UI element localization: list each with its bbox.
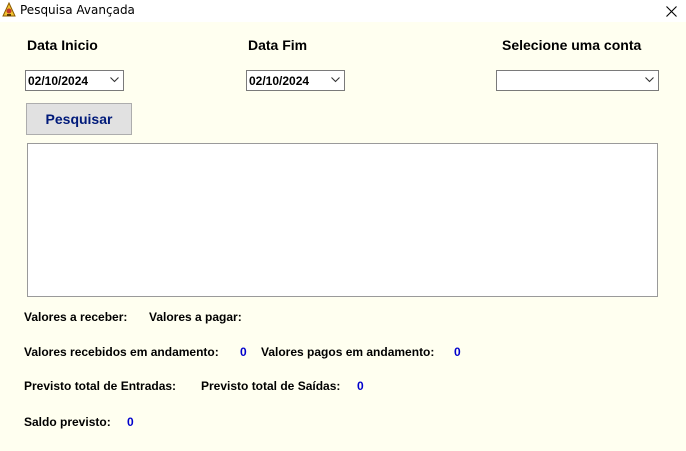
search-button[interactable]: Pesquisar [26, 103, 132, 135]
expected-outflows-label: Previsto total de Saídas: [201, 379, 341, 393]
chevron-down-icon [645, 77, 654, 83]
account-label: Selecione uma conta [502, 37, 642, 53]
expected-balance-label: Saldo previsto: [24, 415, 111, 429]
received-in-progress-label: Valores recebidos em andamento: [24, 345, 219, 359]
end-date-picker[interactable]: 02/10/2024 [246, 70, 345, 91]
end-date-value: 02/10/2024 [249, 74, 310, 88]
form-body: Data Inicio Data Fim Selecione uma conta… [0, 22, 686, 451]
received-in-progress-value: 0 [240, 345, 247, 359]
close-icon [665, 5, 677, 17]
title-bar: Pesquisa Avançada [0, 0, 686, 22]
expected-balance-value: 0 [127, 415, 134, 429]
close-button[interactable] [656, 0, 686, 22]
account-select[interactable] [496, 70, 659, 91]
chevron-down-icon [110, 77, 119, 83]
paid-in-progress-value: 0 [454, 345, 461, 359]
window-title: Pesquisa Avançada [20, 3, 135, 17]
chevron-down-icon [331, 77, 340, 83]
end-date-label: Data Fim [248, 37, 308, 53]
start-date-value: 02/10/2024 [28, 74, 89, 88]
start-date-picker[interactable]: 02/10/2024 [25, 70, 124, 91]
expected-inflows-label: Previsto total de Entradas: [24, 379, 177, 393]
start-date-label: Data Inicio [27, 37, 98, 53]
results-list[interactable] [27, 143, 658, 297]
app-icon [2, 2, 16, 17]
payable-label: Valores a pagar: [149, 310, 242, 324]
receivable-label: Valores a receber: [24, 310, 128, 324]
expected-outflows-value: 0 [357, 379, 364, 393]
paid-in-progress-label: Valores pagos em andamento: [261, 345, 435, 359]
